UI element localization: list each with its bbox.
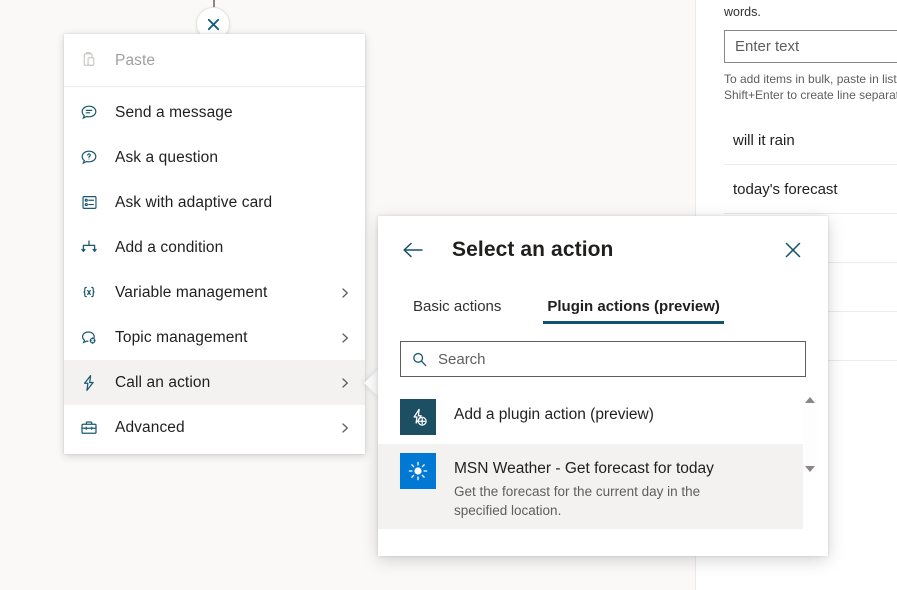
branch-condition-icon	[78, 237, 100, 259]
chevron-right-icon	[342, 422, 348, 433]
trigger-phrase-row[interactable]: will it rain	[724, 116, 897, 165]
scroll-down-arrow-icon[interactable]	[805, 466, 815, 472]
dialog-back-button[interactable]	[400, 237, 426, 263]
adaptive-card-icon	[78, 192, 100, 214]
sun-weather-icon	[400, 453, 436, 489]
back-arrow-icon	[403, 242, 423, 258]
action-list: Add a plugin action (preview) MSN Weathe…	[378, 390, 828, 548]
chevron-right-icon	[342, 377, 348, 388]
menu-item-label: Topic management	[115, 328, 248, 346]
menu-item-label: Send a message	[115, 103, 233, 121]
chevron-right-icon	[342, 287, 348, 298]
topic-gear-icon	[78, 327, 100, 349]
action-list-scrollbar[interactable]	[803, 397, 817, 472]
action-row-add-plugin[interactable]: Add a plugin action (preview)	[378, 390, 828, 444]
search-box[interactable]	[400, 341, 806, 377]
clipboard-icon	[78, 50, 100, 72]
dialog-tab-list: Basic actions Plugin actions (preview)	[378, 290, 828, 324]
action-row-msn-weather[interactable]: MSN Weather - Get forecast for today Get…	[378, 444, 803, 529]
trigger-phrase-text: today's forecast	[733, 180, 838, 198]
variable-braces-icon	[78, 282, 100, 304]
menu-item-label: Call an action	[115, 373, 211, 391]
menu-item-call-an-action[interactable]: Call an action	[64, 360, 365, 405]
action-title: MSN Weather - Get forecast for today	[454, 460, 714, 477]
trigger-phrase-text: will it rain	[733, 131, 795, 149]
dialog-close-button[interactable]	[780, 237, 806, 263]
dialog-header: Select an action	[378, 216, 828, 264]
menu-item-label: Advanced	[115, 418, 185, 436]
scroll-up-arrow-icon[interactable]	[805, 397, 815, 403]
bulk-hint-line-2: Shift+Enter to create line separators.	[724, 88, 897, 102]
action-description: Get the forecast for the current day in …	[454, 484, 701, 518]
add-plugin-icon	[400, 399, 436, 435]
message-bubble-icon	[78, 102, 100, 124]
menu-item-advanced[interactable]: Advanced	[64, 405, 365, 450]
menu-divider	[64, 86, 365, 87]
dialog-title: Select an action	[452, 238, 614, 261]
question-bubble-icon	[78, 147, 100, 169]
menu-item-label: Add a condition	[115, 238, 224, 256]
menu-item-ask-with-adaptive-card[interactable]: Ask with adaptive card	[64, 180, 365, 225]
menu-item-variable-management[interactable]: Variable management	[64, 270, 365, 315]
menu-item-add-a-condition[interactable]: Add a condition	[64, 225, 365, 270]
lightning-bolt-icon	[78, 372, 100, 394]
action-title: Add a plugin action (preview)	[454, 406, 654, 423]
menu-item-paste: Paste	[64, 38, 365, 83]
briefcase-icon	[78, 417, 100, 439]
menu-item-label: Ask with adaptive card	[115, 193, 273, 211]
tab-plugin-actions[interactable]: Plugin actions (preview)	[543, 298, 724, 324]
search-icon	[413, 352, 427, 366]
menu-item-send-a-message[interactable]: Send a message	[64, 90, 365, 135]
trigger-phrase-input-placeholder: Enter text	[735, 38, 800, 55]
panel-hint-text: words.	[724, 5, 761, 19]
trigger-phrase-input[interactable]: Enter text	[724, 30, 897, 63]
bulk-hint-line-1: To add items in bulk, paste in list or u…	[724, 72, 897, 86]
close-icon	[785, 242, 801, 258]
menu-item-ask-a-question[interactable]: Ask a question	[64, 135, 365, 180]
menu-item-topic-management[interactable]: Topic management	[64, 315, 365, 360]
menu-item-label: Variable management	[115, 283, 268, 301]
node-context-menu: Paste Send a message Ask a question Ask …	[64, 34, 365, 454]
tab-basic-actions[interactable]: Basic actions	[411, 298, 503, 324]
chevron-right-icon	[342, 332, 348, 343]
menu-item-label: Ask a question	[115, 148, 219, 166]
menu-item-label: Paste	[115, 51, 156, 69]
trigger-phrase-row[interactable]: today's forecast	[724, 165, 897, 214]
search-input[interactable]	[438, 350, 795, 368]
select-an-action-dialog: Select an action Basic actions Plugin ac…	[378, 216, 828, 556]
close-icon	[207, 18, 219, 30]
